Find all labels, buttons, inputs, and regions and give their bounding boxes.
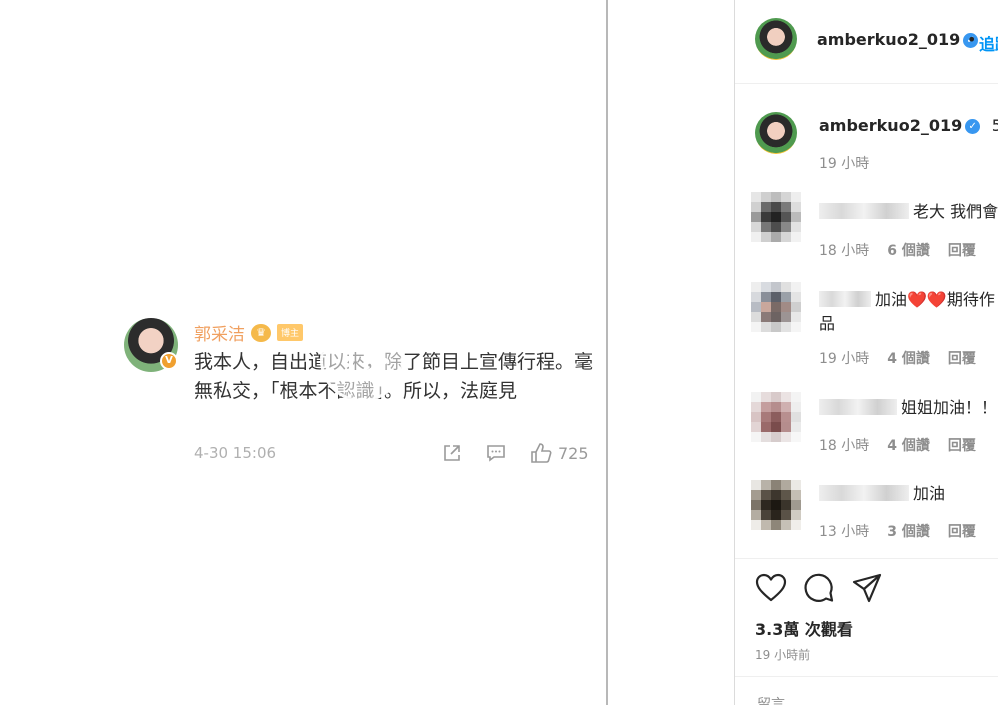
- caption-text: 52x: [991, 116, 998, 135]
- reply-button[interactable]: 回覆: [948, 243, 976, 259]
- heart-icon[interactable]: [755, 572, 787, 604]
- comment-icon[interactable]: [803, 572, 835, 604]
- comment-meta: 18 小時 4 個讚 回覆: [819, 438, 976, 454]
- comment-text: 加油: [819, 482, 998, 506]
- blurred-username: [819, 485, 909, 501]
- weibo-header: 郭采洁 ♛ 博主: [194, 320, 304, 345]
- blurred-username: [819, 203, 909, 219]
- weibo-time: 4-30 15:06: [194, 444, 277, 462]
- verified-icon: ✓: [965, 119, 981, 134]
- repost-icon: [442, 443, 462, 463]
- comment-text: 加油❤️❤️期待作品: [819, 290, 995, 333]
- play-icon: [349, 339, 389, 383]
- weibo-comment-icon: [486, 443, 506, 463]
- like-count: 725: [558, 443, 589, 463]
- commenter-avatar[interactable]: [751, 192, 801, 242]
- thumbs-up-icon: 725: [530, 442, 589, 464]
- comment-meta: 13 小時 3 個讚 回覆: [819, 524, 976, 540]
- media-divider: [606, 0, 608, 705]
- view-count: 3.3萬 次觀看: [755, 620, 853, 639]
- share-icon[interactable]: [851, 572, 883, 604]
- divider: [735, 676, 998, 677]
- comment-likes[interactable]: 3 個讚: [887, 524, 930, 540]
- author-username[interactable]: amberkuo2_019 ✓: [817, 30, 979, 49]
- add-comment-input[interactable]: 留言……: [757, 694, 813, 705]
- blurred-username: [819, 291, 871, 307]
- blurred-username: [819, 399, 897, 415]
- commenter-avatar[interactable]: [751, 480, 801, 530]
- weibo-actions: 725: [442, 442, 589, 464]
- divider: [735, 558, 998, 559]
- commenter-avatar[interactable]: [751, 282, 801, 332]
- post-side-panel: amberkuo2_019✓ • 追蹤 amberkuo2_019✓ 52x 1…: [734, 0, 998, 705]
- post-header: amberkuo2_019✓ • 追蹤: [735, 0, 998, 84]
- comment-text: 老大 我們會: [819, 200, 998, 224]
- weibo-tag: 博主: [277, 324, 304, 341]
- media-pane[interactable]: V 郭采洁 ♛ 博主 我本人，自出道以來，除了節目上宣傳行程。毫無私交，「根本不…: [0, 0, 606, 705]
- comment-meta: 18 小時 6 個讚 回覆: [819, 243, 976, 259]
- weibo-author: 郭采洁: [194, 325, 245, 345]
- post-time: 19 小時前: [755, 648, 811, 662]
- comment-likes[interactable]: 4 個讚: [887, 438, 930, 454]
- verified-v-icon: V: [160, 352, 178, 370]
- comment-meta: 19 小時 4 個讚 回覆: [819, 351, 976, 367]
- comment-likes[interactable]: 4 個讚: [887, 351, 930, 367]
- author-avatar[interactable]: [755, 18, 797, 60]
- play-button[interactable]: [320, 318, 404, 402]
- reply-button[interactable]: 回覆: [948, 351, 976, 367]
- caption-avatar[interactable]: [755, 112, 797, 154]
- separator-dot: •: [967, 30, 977, 49]
- caption-username[interactable]: amberkuo2_019✓ 52x: [819, 116, 998, 135]
- comment-likes[interactable]: 6 個讚: [887, 243, 930, 259]
- caption-time: 19 小時: [819, 156, 870, 172]
- follow-button[interactable]: 追蹤: [979, 31, 998, 55]
- action-icons: [755, 572, 883, 604]
- reply-button[interactable]: 回覆: [948, 438, 976, 454]
- crown-icon: ♛: [251, 323, 271, 342]
- commenter-avatar[interactable]: [751, 392, 801, 442]
- comment-text: 姐姐加油！！: [819, 396, 998, 420]
- reply-button[interactable]: 回覆: [948, 524, 976, 540]
